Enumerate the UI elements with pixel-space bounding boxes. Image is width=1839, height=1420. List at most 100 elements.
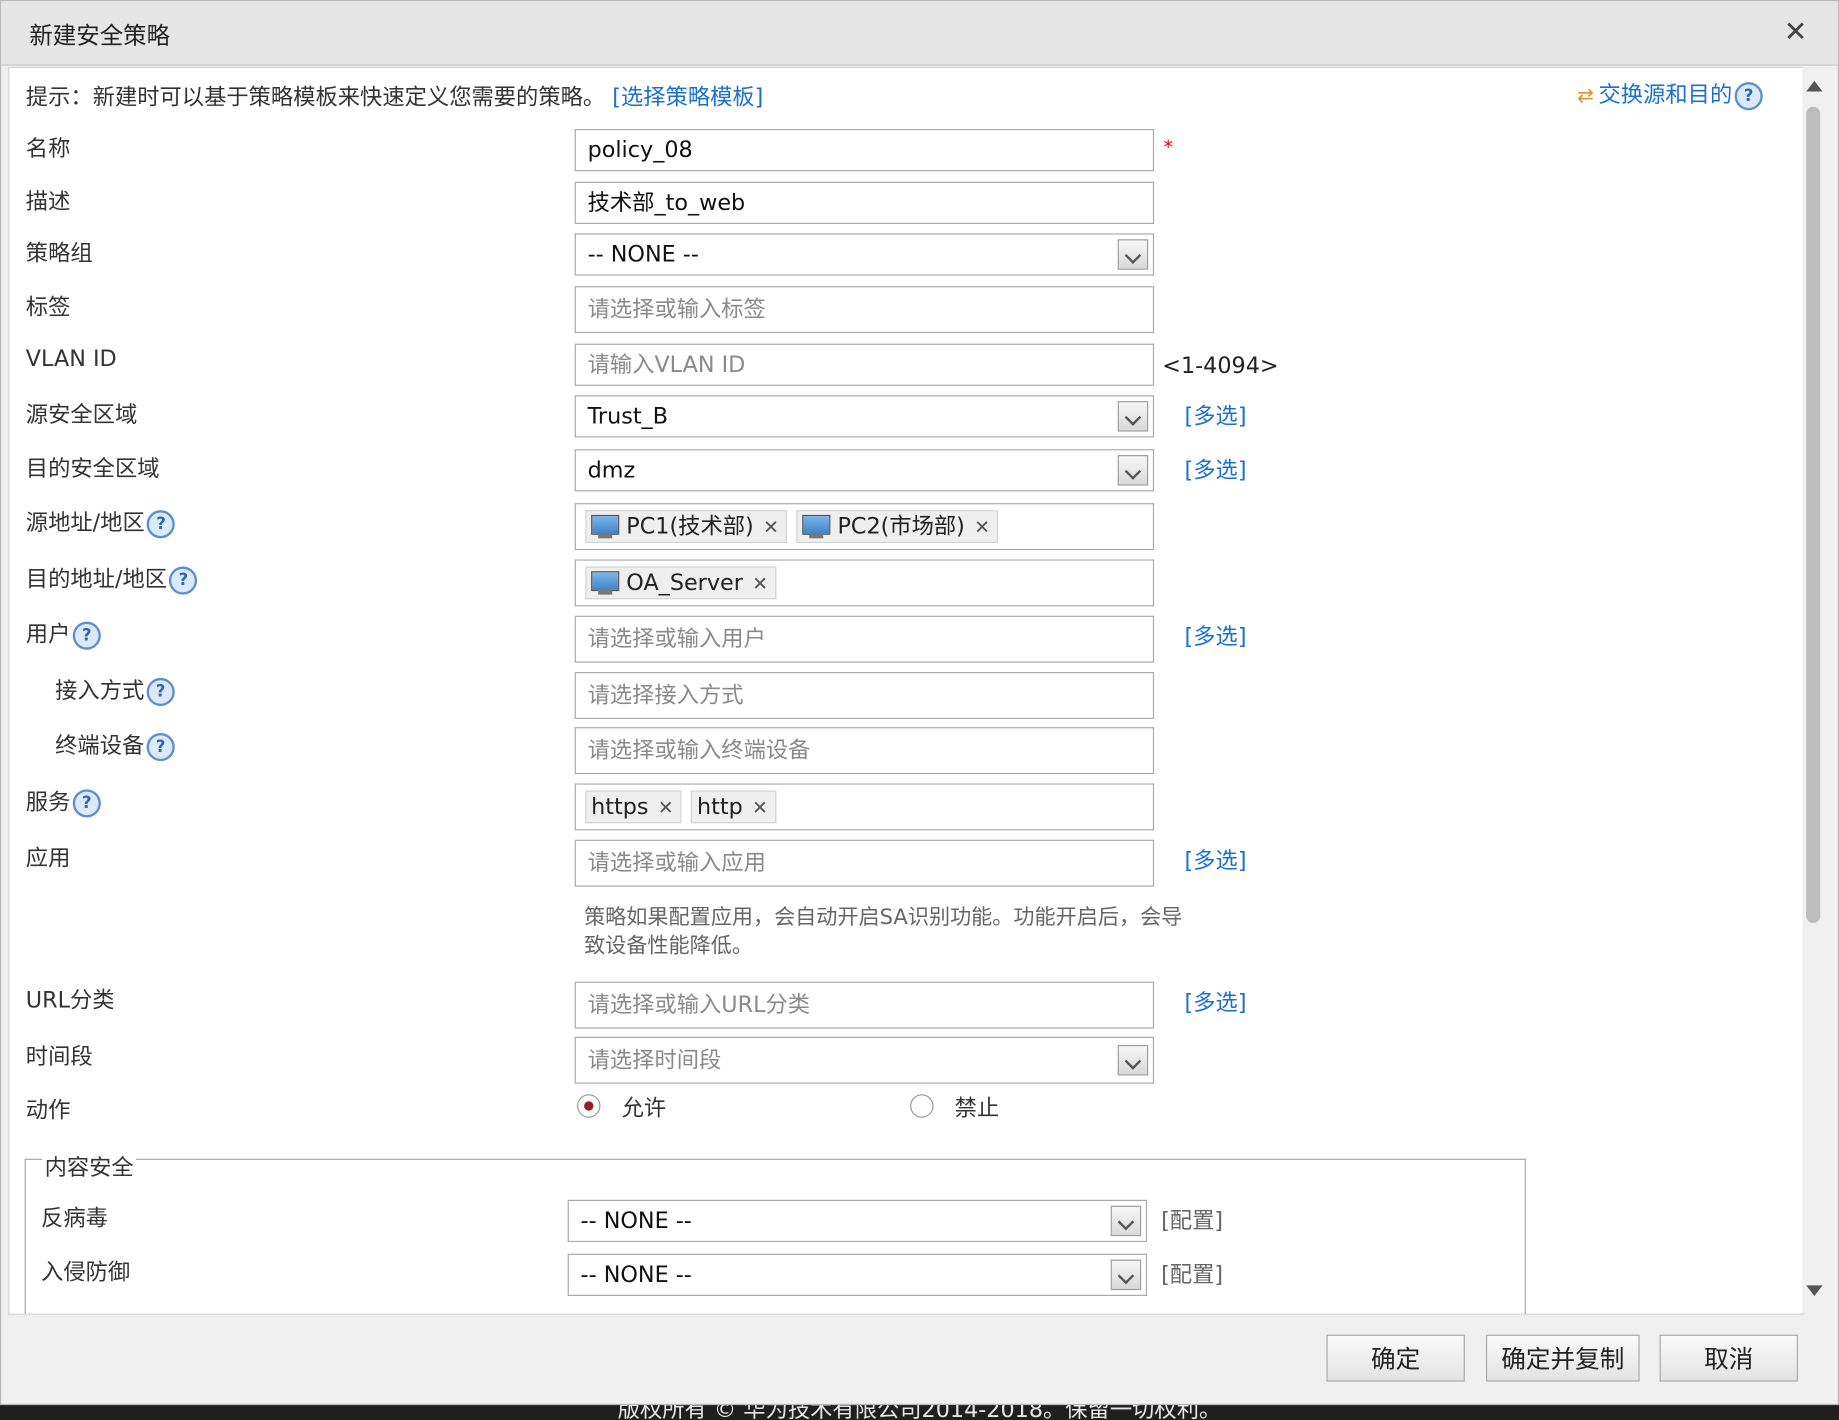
chevron-down-icon[interactable]	[1117, 1044, 1149, 1076]
user-input[interactable]: 请选择或输入用户	[574, 615, 1155, 663]
group-select[interactable]: -- NONE --	[574, 233, 1155, 276]
time-label: 时间段	[25, 1043, 93, 1070]
computer-icon	[591, 571, 620, 595]
src-zone-select[interactable]: Trust_B	[574, 395, 1155, 438]
new-security-policy-dialog: 新建安全策略 ✕ 提示：新建时可以基于策略模板来快速定义您需要的策略。 [选择策…	[0, 0, 1839, 1406]
swap-src-dst-link[interactable]: ⇄ 交换源和目的?	[1577, 77, 1763, 110]
computer-icon	[591, 514, 620, 539]
help-icon[interactable]: ?	[146, 677, 175, 706]
help-icon[interactable]: ?	[169, 565, 198, 595]
service-label-text: 服务	[25, 789, 71, 816]
dst-addr-input[interactable]: OA_Server ✕	[574, 559, 1155, 607]
scroll-down-icon[interactable]	[1806, 1285, 1823, 1296]
remove-tag-icon[interactable]: ✕	[752, 796, 768, 818]
dialog-content: 提示：新建时可以基于策略模板来快速定义您需要的策略。 [选择策略模板] ⇄ 交换源…	[8, 66, 1804, 1315]
chevron-down-icon[interactable]	[1110, 1259, 1142, 1291]
url-label: URL分类	[25, 987, 115, 1014]
desc-label: 描述	[25, 188, 71, 215]
terminal-label-text: 终端设备	[55, 733, 145, 759]
src-zone-multi-link[interactable]: [多选]	[1185, 399, 1247, 431]
tag-text: http	[697, 794, 743, 820]
tag-label: 标签	[25, 294, 71, 321]
swap-icon: ⇄	[1577, 84, 1594, 108]
action-deny-label[interactable]: 禁止	[955, 1091, 1000, 1123]
dst-zone-value: dmz	[587, 457, 636, 484]
ok-button[interactable]: 确定	[1326, 1334, 1465, 1382]
antivirus-value: -- NONE --	[580, 1208, 692, 1234]
tag-input[interactable]: 请选择或输入标签	[574, 286, 1155, 334]
src-addr-label: 源地址/地区?	[26, 505, 176, 538]
scrollbar-thumb[interactable]	[1806, 106, 1821, 924]
cancel-button[interactable]: 取消	[1659, 1334, 1798, 1382]
user-label-text: 用户	[25, 621, 71, 648]
terminal-placeholder: 请选择或输入终端设备	[587, 737, 811, 764]
help-icon[interactable]: ?	[72, 621, 101, 650]
action-allow-label[interactable]: 允许	[622, 1091, 667, 1123]
service-input[interactable]: https ✕ http ✕	[574, 783, 1155, 831]
dst-zone-select[interactable]: dmz	[574, 449, 1155, 492]
help-icon[interactable]: ?	[1734, 81, 1763, 110]
hint-text: 提示：新建时可以基于策略模板来快速定义您需要的策略。 [选择策略模板]	[26, 80, 764, 112]
group-value: -- NONE --	[587, 241, 699, 268]
vlan-label: VLAN ID	[25, 345, 117, 372]
select-template-link[interactable]: [选择策略模板]	[612, 84, 763, 110]
remove-tag-icon[interactable]: ✕	[752, 572, 768, 594]
action-deny-radio[interactable]	[910, 1094, 934, 1118]
ips-select[interactable]: -- NONE --	[567, 1253, 1148, 1296]
app-label: 应用	[25, 845, 71, 872]
chevron-down-icon[interactable]	[1117, 239, 1149, 270]
dst-zone-multi-link[interactable]: [多选]	[1185, 453, 1247, 485]
app-input[interactable]: 请选择或输入应用	[574, 839, 1155, 887]
required-mark: *	[1163, 136, 1173, 159]
tag-text: PC2(市场部)	[837, 513, 965, 540]
scroll-up-icon[interactable]	[1806, 80, 1823, 92]
access-label-text: 接入方式	[55, 677, 145, 704]
terminal-input[interactable]: 请选择或输入终端设备	[574, 727, 1155, 775]
antivirus-select[interactable]: -- NONE --	[567, 1199, 1148, 1243]
swap-label: 交换源和目的	[1598, 82, 1733, 108]
tag-text: PC1(技术部)	[626, 513, 754, 540]
ok-and-copy-button[interactable]: 确定并复制	[1485, 1334, 1640, 1382]
dst-addr-label-text: 目的地址/地区	[25, 566, 168, 593]
vertical-scrollbar[interactable]	[1802, 66, 1827, 1313]
url-input[interactable]: 请选择或输入URL分类	[574, 981, 1155, 1029]
help-icon[interactable]: ?	[147, 509, 176, 538]
app-note: 策略如果配置应用，会自动开启SA识别功能。功能开启后，会导致设备性能降低。	[584, 905, 1183, 959]
name-label: 名称	[25, 136, 71, 162]
action-allow-radio[interactable]	[577, 1094, 601, 1118]
dialog-titlebar: 新建安全策略 ✕	[1, 1, 1838, 66]
remove-tag-icon[interactable]: ✕	[763, 516, 779, 538]
dst-zone-label: 目的安全区域	[25, 456, 160, 483]
chevron-down-icon[interactable]	[1110, 1205, 1142, 1237]
tag-placeholder: 请选择或输入标签	[587, 296, 766, 323]
app-multi-link[interactable]: [多选]	[1185, 843, 1247, 875]
antivirus-label: 反病毒	[41, 1205, 108, 1232]
chevron-down-icon[interactable]	[1117, 455, 1149, 486]
access-input[interactable]: 请选择接入方式	[574, 672, 1155, 719]
close-icon[interactable]: ✕	[1784, 15, 1808, 48]
user-label: 用户?	[25, 617, 101, 650]
desc-input[interactable]: 技术部_to_web	[574, 181, 1155, 225]
ips-value: -- NONE --	[580, 1261, 692, 1288]
name-input[interactable]: policy_08	[574, 129, 1155, 172]
help-icon[interactable]: ?	[146, 732, 175, 761]
remove-tag-icon[interactable]: ✕	[974, 516, 990, 538]
remove-tag-icon[interactable]: ✕	[658, 796, 674, 818]
time-select[interactable]: 请选择时间段	[574, 1036, 1155, 1084]
antivirus-config-link[interactable]: [配置]	[1161, 1203, 1223, 1235]
vlan-input[interactable]: 请输入VLAN ID	[574, 343, 1155, 386]
action-label: 动作	[25, 1097, 71, 1124]
src-zone-value: Trust_B	[587, 403, 668, 430]
ips-config-link[interactable]: [配置]	[1161, 1257, 1223, 1289]
src-addr-input[interactable]: PC1(技术部) ✕ PC2(市场部) ✕	[574, 503, 1155, 551]
url-multi-link[interactable]: [多选]	[1185, 985, 1247, 1017]
help-icon[interactable]: ?	[72, 788, 101, 817]
computer-icon	[802, 514, 831, 539]
src-zone-label: 源安全区域	[25, 402, 138, 429]
chevron-down-icon[interactable]	[1117, 401, 1149, 432]
service-tag: http ✕	[691, 790, 777, 824]
time-placeholder: 请选择时间段	[587, 1047, 722, 1074]
app-placeholder: 请选择或输入应用	[587, 850, 766, 877]
access-placeholder: 请选择接入方式	[587, 682, 744, 709]
user-multi-link[interactable]: [多选]	[1185, 619, 1247, 651]
